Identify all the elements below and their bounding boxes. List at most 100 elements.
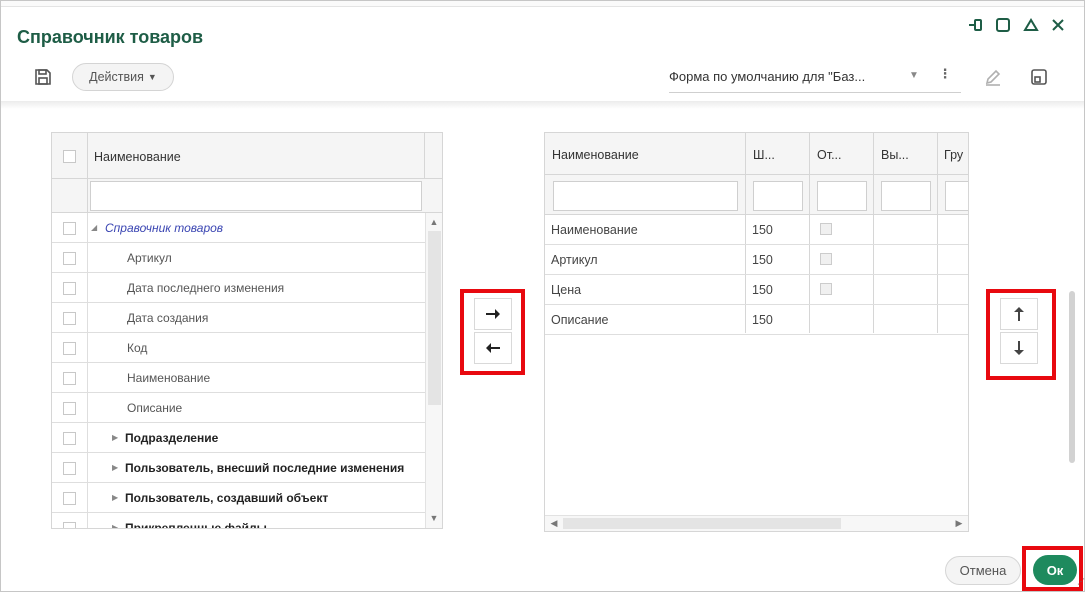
scroll-right-icon[interactable]: ▶ xyxy=(951,516,967,531)
column-header-name[interactable]: Наименование xyxy=(552,148,639,162)
pin-icon[interactable] xyxy=(965,15,985,35)
form-select[interactable]: Форма по умолчанию для "Баз... ▼ xyxy=(669,61,961,93)
ok-button[interactable]: Ок xyxy=(1033,555,1077,585)
column-header-3[interactable]: От... xyxy=(817,148,841,162)
table-row[interactable]: Артикул 150 xyxy=(545,245,968,275)
tree-group-label: Подразделение xyxy=(125,431,219,445)
row-checkbox[interactable] xyxy=(63,252,76,265)
tree-row[interactable]: ◢ Справочник товаров xyxy=(52,213,425,243)
row-checkbox[interactable] xyxy=(63,222,76,235)
tree-row[interactable]: ▶ Пользователь, создавший объект xyxy=(52,483,425,513)
add-field-button[interactable] xyxy=(474,298,512,330)
edit-button[interactable] xyxy=(981,65,1005,89)
left-grid-header: Наименование xyxy=(52,133,442,179)
remove-field-button[interactable] xyxy=(474,332,512,364)
tree-row[interactable]: Наименование xyxy=(52,363,425,393)
save-button[interactable] xyxy=(31,65,55,89)
row-checkbox[interactable] xyxy=(820,223,832,235)
select-all-checkbox[interactable] xyxy=(63,150,76,163)
move-down-button[interactable] xyxy=(1000,332,1038,364)
more-options-icon[interactable]: ⋮ xyxy=(939,65,952,83)
collapsed-triangle-icon[interactable]: ▶ xyxy=(112,463,118,472)
right-horizontal-scrollbar[interactable]: ◀ ▶ xyxy=(545,515,968,531)
table-row[interactable]: Цена 150 xyxy=(545,275,968,305)
save-icon xyxy=(35,69,51,85)
column-header-5[interactable]: Гру xyxy=(944,148,963,162)
toolbar-divider xyxy=(1,101,1084,109)
tree-item-label: Дата создания xyxy=(127,311,209,325)
layout-button[interactable] xyxy=(1027,65,1051,89)
filter-col4-input[interactable] xyxy=(881,181,931,211)
column-header-width[interactable]: Ш... xyxy=(753,148,775,162)
tree-item-label: Описание xyxy=(127,401,183,415)
row-checkbox[interactable] xyxy=(63,342,76,355)
maximize-icon[interactable] xyxy=(993,15,1013,35)
dialog-vertical-scrollbar[interactable] xyxy=(1069,291,1075,463)
tree-item-label: Артикул xyxy=(127,251,172,265)
available-fields-grid: Наименование ◢ Справочник товаров Артику… xyxy=(51,132,443,529)
table-row[interactable]: Наименование 150 xyxy=(545,215,968,245)
row-checkbox[interactable] xyxy=(63,432,76,445)
row-checkbox[interactable] xyxy=(63,402,76,415)
scroll-up-icon[interactable]: ▲ xyxy=(426,214,442,230)
collapsed-triangle-icon[interactable]: ▶ xyxy=(112,493,118,502)
filter-checkbox-cell xyxy=(52,179,88,213)
filter-col5-input[interactable] xyxy=(945,181,968,211)
actions-label: Действия xyxy=(89,70,144,84)
filter-name-input[interactable] xyxy=(553,181,738,211)
tree-row[interactable]: Дата создания xyxy=(52,303,425,333)
header-checkbox-cell xyxy=(52,133,88,179)
resize-grip-icon[interactable]: ⋰ xyxy=(1077,578,1085,589)
row-checkbox[interactable] xyxy=(63,492,76,505)
collapse-icon[interactable] xyxy=(1021,15,1041,35)
tree-row[interactable]: ▶ Прикрепленные файлы xyxy=(52,513,425,529)
row-checkbox[interactable] xyxy=(820,253,832,265)
arrow-up-icon xyxy=(1014,307,1024,321)
column-header-4[interactable]: Вы... xyxy=(881,148,909,162)
left-vertical-scrollbar[interactable]: ▲ ▼ xyxy=(425,213,442,528)
dropdown-arrow-icon: ▼ xyxy=(909,70,919,81)
collapsed-triangle-icon[interactable]: ▶ xyxy=(112,523,118,528)
filter-width-input[interactable] xyxy=(753,181,803,211)
scroll-down-icon[interactable]: ▼ xyxy=(426,510,442,526)
row-checkbox[interactable] xyxy=(63,522,76,528)
move-up-button[interactable] xyxy=(1000,298,1038,330)
close-icon[interactable] xyxy=(1048,15,1068,35)
tree-item-label: Код xyxy=(127,341,148,355)
tree-row[interactable]: Дата последнего изменения xyxy=(52,273,425,303)
left-column-header: Наименование xyxy=(94,150,181,164)
scroll-thumb[interactable] xyxy=(563,518,841,529)
arrow-right-icon xyxy=(486,309,500,319)
cell-name: Цена xyxy=(551,283,582,297)
row-checkbox[interactable] xyxy=(63,462,76,475)
scroll-left-icon[interactable]: ◀ xyxy=(546,516,562,531)
cancel-button[interactable]: Отмена xyxy=(945,556,1021,585)
table-row[interactable]: Описание 150 xyxy=(545,305,968,335)
right-grid-header: Наименование Ш... От... Вы... Гру xyxy=(545,133,968,175)
dialog-title: Справочник товаров xyxy=(17,27,204,47)
row-checkbox[interactable] xyxy=(63,282,76,295)
collapsed-triangle-icon[interactable]: ▶ xyxy=(112,433,118,442)
tree-item-label: Дата последнего изменения xyxy=(127,281,285,295)
tree-row[interactable]: Артикул xyxy=(52,243,425,273)
tree-root-label: Справочник товаров xyxy=(105,221,224,235)
tree-group-label: Прикрепленные файлы xyxy=(125,521,267,529)
cell-width: 150 xyxy=(752,223,773,237)
row-checkbox[interactable] xyxy=(63,312,76,325)
row-checkbox[interactable] xyxy=(63,372,76,385)
tree-row[interactable]: Код xyxy=(52,333,425,363)
left-filter-row xyxy=(52,179,442,213)
tree-row[interactable]: ▶ Подразделение xyxy=(52,423,425,453)
scroll-thumb[interactable] xyxy=(428,231,441,405)
tree-group-label: Пользователь, внесший последние изменени… xyxy=(125,461,405,475)
row-checkbox[interactable] xyxy=(820,283,832,295)
actions-button[interactable]: Действия ▼ xyxy=(72,63,174,91)
tree-row[interactable]: Описание xyxy=(52,393,425,423)
filter-col3-input[interactable] xyxy=(817,181,867,211)
tree-row[interactable]: ▶ Пользователь, внесший последние измене… xyxy=(52,453,425,483)
cell-name: Описание xyxy=(551,313,609,327)
left-filter-input[interactable] xyxy=(90,181,422,211)
expanded-triangle-icon[interactable]: ◢ xyxy=(91,223,97,232)
cell-name: Наименование xyxy=(551,223,638,237)
dialog-window: Справочник товаров Действия ▼ Форма по у… xyxy=(0,0,1085,592)
